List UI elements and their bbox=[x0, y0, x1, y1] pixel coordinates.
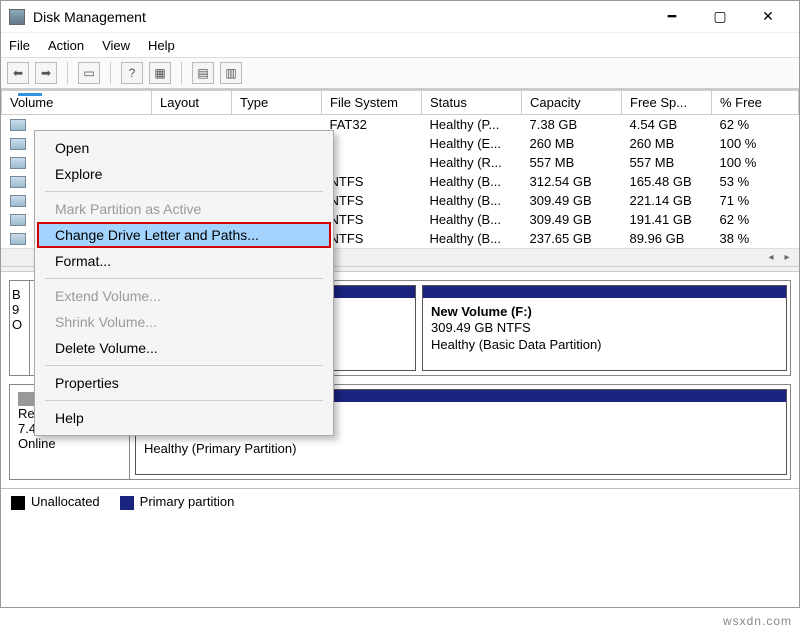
watermark: wsxdn.com bbox=[723, 614, 792, 628]
volume-icon bbox=[10, 214, 26, 226]
scroll-left-icon[interactable]: ◂ bbox=[763, 249, 779, 265]
col-filesystem[interactable]: File System bbox=[322, 90, 422, 114]
col-freespace[interactable]: Free Sp... bbox=[622, 90, 712, 114]
partition-f-title: New Volume (F:) bbox=[431, 304, 532, 319]
scroll-right-icon[interactable]: ▸ bbox=[779, 249, 795, 265]
menu-action[interactable]: Action bbox=[48, 38, 84, 53]
ctx-delete-volume[interactable]: Delete Volume... bbox=[37, 335, 331, 361]
ctx-open[interactable]: Open bbox=[37, 135, 331, 161]
ctx-shrink-volume: Shrink Volume... bbox=[37, 309, 331, 335]
volume-icon bbox=[10, 157, 26, 169]
volume-icon bbox=[10, 119, 26, 131]
col-volume[interactable]: Volume bbox=[2, 90, 152, 114]
ctx-change-drive-letter[interactable]: Change Drive Letter and Paths... bbox=[37, 222, 331, 248]
legend-unallocated: Unallocated bbox=[11, 494, 100, 510]
ctx-properties[interactable]: Properties bbox=[37, 370, 331, 396]
title-bar: Disk Management ━ ▢ ✕ bbox=[1, 1, 799, 33]
settings-button[interactable]: ▤ bbox=[192, 62, 214, 84]
menu-help[interactable]: Help bbox=[148, 38, 175, 53]
toolbar: ⬅ ➡ ▭ ? ▦ ▤ ▥ bbox=[1, 57, 799, 89]
app-icon bbox=[9, 9, 25, 25]
context-menu: Open Explore Mark Partition as Active Ch… bbox=[34, 130, 334, 436]
list-button[interactable]: ▥ bbox=[220, 62, 242, 84]
refresh-button[interactable]: ▦ bbox=[149, 62, 171, 84]
sort-indicator bbox=[18, 93, 42, 96]
disk-label-partial: B 9 O bbox=[10, 281, 30, 375]
close-button[interactable]: ✕ bbox=[745, 3, 791, 31]
volume-icon bbox=[10, 233, 26, 245]
legend: Unallocated Primary partition bbox=[1, 488, 799, 516]
menu-bar: File Action View Help bbox=[1, 33, 799, 57]
col-capacity[interactable]: Capacity bbox=[522, 90, 622, 114]
show-hide-tree-button[interactable]: ▭ bbox=[78, 62, 100, 84]
ctx-extend-volume: Extend Volume... bbox=[37, 283, 331, 309]
volume-icon bbox=[10, 176, 26, 188]
forward-button[interactable]: ➡ bbox=[35, 62, 57, 84]
maximize-button[interactable]: ▢ bbox=[697, 3, 743, 31]
minimize-button[interactable]: ━ bbox=[649, 3, 695, 31]
ctx-format[interactable]: Format... bbox=[37, 248, 331, 274]
back-button[interactable]: ⬅ bbox=[7, 62, 29, 84]
ctx-explore[interactable]: Explore bbox=[37, 161, 331, 187]
volume-icon bbox=[10, 195, 26, 207]
col-pctfree[interactable]: % Free bbox=[712, 90, 799, 114]
col-layout[interactable]: Layout bbox=[152, 90, 232, 114]
volume-icon bbox=[10, 138, 26, 150]
legend-primary: Primary partition bbox=[120, 494, 235, 510]
window-title: Disk Management bbox=[33, 9, 649, 25]
col-type[interactable]: Type bbox=[232, 90, 322, 114]
partition-f[interactable]: New Volume (F:) 309.49 GB NTFS Healthy (… bbox=[422, 285, 787, 371]
menu-file[interactable]: File bbox=[9, 38, 30, 53]
help-button[interactable]: ? bbox=[121, 62, 143, 84]
ctx-mark-active: Mark Partition as Active bbox=[37, 196, 331, 222]
menu-view[interactable]: View bbox=[102, 38, 130, 53]
col-status[interactable]: Status bbox=[422, 90, 522, 114]
ctx-help[interactable]: Help bbox=[37, 405, 331, 431]
